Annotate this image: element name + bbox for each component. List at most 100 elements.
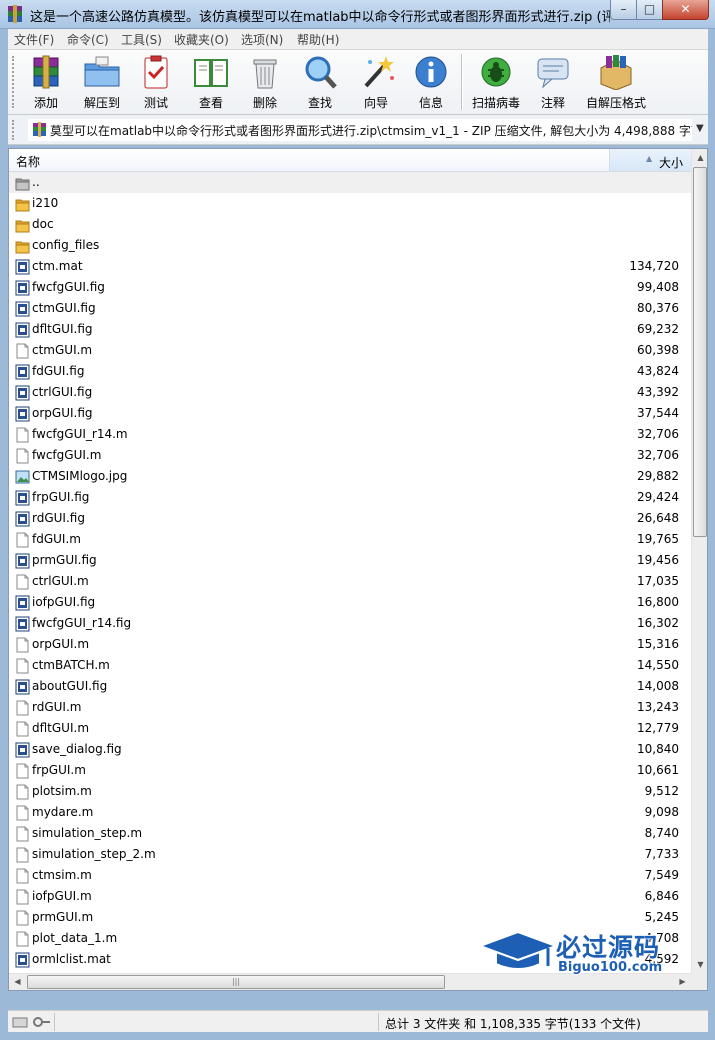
table-row[interactable]: fdGUI.m 19,765: [9, 529, 691, 550]
wizard-button[interactable]: 向导: [356, 54, 396, 110]
toolbar-grip[interactable]: [12, 56, 15, 108]
m-file-icon: [15, 658, 30, 674]
delete-button[interactable]: 删除: [245, 54, 285, 110]
table-row[interactable]: ctmGUI.m 60,398: [9, 340, 691, 361]
title-bar[interactable]: 这是一个高速公路仿真模型。该仿真模型可以在matlab中以命令行形式或者图形界面…: [0, 0, 715, 29]
file-size: 134,720: [629, 259, 679, 273]
delete-label: 删除: [252, 96, 277, 110]
menu-file[interactable]: 文件(F): [14, 31, 54, 48]
window-title: 这是一个高速公路仿真模型。该仿真模型可以在matlab中以命令行形式或者图形界面…: [30, 10, 610, 25]
watermark-url: Biguo100.com: [558, 960, 663, 975]
table-row[interactable]: iofpGUI.fig 16,800: [9, 592, 691, 613]
table-row[interactable]: rdGUI.m 13,243: [9, 697, 691, 718]
table-row[interactable]: ctrlGUI.fig 43,392: [9, 382, 691, 403]
file-name: ormlclist.mat: [32, 952, 111, 966]
add-button[interactable]: 添加: [26, 54, 66, 110]
find-button[interactable]: 查找: [300, 54, 340, 110]
menu-options[interactable]: 选项(N): [241, 31, 283, 48]
table-row[interactable]: dfltGUI.m 12,779: [9, 718, 691, 739]
table-row[interactable]: fwcfgGUI.m 32,706: [9, 445, 691, 466]
table-row[interactable]: config_files: [9, 235, 691, 256]
menu-tools[interactable]: 工具(S): [121, 31, 162, 48]
scroll-down-icon[interactable]: ▼: [692, 956, 707, 973]
column-name[interactable]: 名称: [9, 149, 610, 171]
table-row[interactable]: ..: [9, 172, 691, 193]
magic-wand-icon: [364, 56, 394, 88]
file-size: 6,846: [644, 889, 679, 903]
table-row[interactable]: doc: [9, 214, 691, 235]
table-row[interactable]: CTMSIMlogo.jpg 29,882: [9, 466, 691, 487]
fig-file-icon: [15, 259, 30, 275]
comment-button[interactable]: 注释: [533, 54, 573, 110]
test-button[interactable]: 测试: [136, 54, 176, 110]
table-row[interactable]: save_dialog.fig 10,840: [9, 739, 691, 760]
file-size: 10,661: [637, 763, 679, 777]
table-row[interactable]: ctmGUI.fig 80,376: [9, 298, 691, 319]
table-row[interactable]: ctmsim.m 7,549: [9, 865, 691, 886]
view-button[interactable]: 查看: [188, 54, 234, 110]
table-row[interactable]: dfltGUI.fig 69,232: [9, 319, 691, 340]
table-row[interactable]: prmGUI.fig 19,456: [9, 550, 691, 571]
close-button[interactable]: ✕: [662, 0, 709, 20]
drive-key-icon[interactable]: [12, 1015, 52, 1029]
vertical-scroll-thumb[interactable]: [693, 167, 707, 537]
virus-scan-button[interactable]: 扫描病毒: [470, 54, 522, 110]
fig-file-icon: [15, 952, 30, 968]
m-file-icon: [15, 763, 30, 779]
table-row[interactable]: aboutGUI.fig 14,008: [9, 676, 691, 697]
file-name: ..: [32, 175, 40, 189]
table-row[interactable]: ctmBATCH.m 14,550: [9, 655, 691, 676]
table-row[interactable]: ctrlGUI.m 17,035: [9, 571, 691, 592]
fig-file-icon: [15, 490, 30, 506]
table-row[interactable]: simulation_step_2.m 7,733: [9, 844, 691, 865]
maximize-button[interactable]: □: [636, 0, 663, 20]
file-name: fwcfgGUI.fig: [32, 280, 105, 294]
table-row[interactable]: fdGUI.fig 43,824: [9, 361, 691, 382]
table-row[interactable]: ctm.mat 134,720: [9, 256, 691, 277]
winrar-app-icon[interactable]: [6, 5, 24, 23]
fig-file-icon: [15, 616, 30, 632]
scroll-up-icon[interactable]: ▲: [692, 149, 707, 166]
table-row[interactable]: i210: [9, 193, 691, 214]
table-row[interactable]: orpGUI.fig 37,544: [9, 403, 691, 424]
info-button[interactable]: 信息: [411, 54, 451, 110]
address-dropdown-icon[interactable]: ▼: [696, 123, 704, 134]
fig-file-icon: [15, 511, 30, 527]
table-row[interactable]: frpGUI.fig 29,424: [9, 487, 691, 508]
file-size: 8,740: [644, 826, 679, 840]
scroll-left-icon[interactable]: ◀: [9, 974, 26, 990]
minimize-button[interactable]: –: [610, 0, 637, 20]
table-row[interactable]: fwcfgGUI.fig 99,408: [9, 277, 691, 298]
menu-help[interactable]: 帮助(H): [297, 31, 339, 48]
file-name: frpGUI.fig: [32, 490, 90, 504]
menu-commands[interactable]: 命令(C): [67, 31, 109, 48]
column-size[interactable]: ▲ 大小: [610, 149, 691, 171]
file-name: fwcfgGUI_r14.fig: [32, 616, 132, 630]
table-row[interactable]: fwcfgGUI_r14.fig 16,302: [9, 613, 691, 634]
menu-bar: 文件(F) 命令(C) 工具(S) 收藏夹(O) 选项(N) 帮助(H): [8, 29, 708, 50]
table-row[interactable]: mydare.m 9,098: [9, 802, 691, 823]
folder-extract-icon: [84, 56, 120, 87]
m-file-icon: [15, 826, 30, 842]
address-field[interactable]: 莫型可以在matlab中以命令行形式或者图形界面形式进行.zip\ctmsim_…: [28, 119, 692, 141]
address-grip[interactable]: [12, 120, 15, 140]
extract-to-button[interactable]: 解压到: [76, 54, 128, 110]
table-row[interactable]: simulation_step.m 8,740: [9, 823, 691, 844]
table-row[interactable]: frpGUI.m 10,661: [9, 760, 691, 781]
fig-file-icon: [15, 301, 30, 317]
table-row[interactable]: rdGUI.fig 26,648: [9, 508, 691, 529]
image-file-icon: [15, 469, 30, 485]
file-size: 17,035: [637, 574, 679, 588]
toolbar: 添加 解压到 测试 查看 删除 查找 向导 信息 扫描病毒 注释 自解压格式: [8, 50, 708, 115]
table-row[interactable]: plotsim.m 9,512: [9, 781, 691, 802]
table-row[interactable]: iofpGUI.m 6,846: [9, 886, 691, 907]
vertical-scrollbar[interactable]: ▲ ▼: [691, 149, 707, 973]
graduation-cap-icon: [478, 930, 558, 970]
horizontal-scroll-thumb[interactable]: |||: [27, 975, 445, 989]
menu-favorites[interactable]: 收藏夹(O): [174, 31, 229, 48]
table-row[interactable]: fwcfgGUI_r14.m 32,706: [9, 424, 691, 445]
sfx-button[interactable]: 自解压格式: [584, 54, 648, 110]
file-name: dfltGUI.m: [32, 721, 90, 735]
file-name: ctrlGUI.m: [32, 574, 89, 588]
table-row[interactable]: orpGUI.m 15,316: [9, 634, 691, 655]
